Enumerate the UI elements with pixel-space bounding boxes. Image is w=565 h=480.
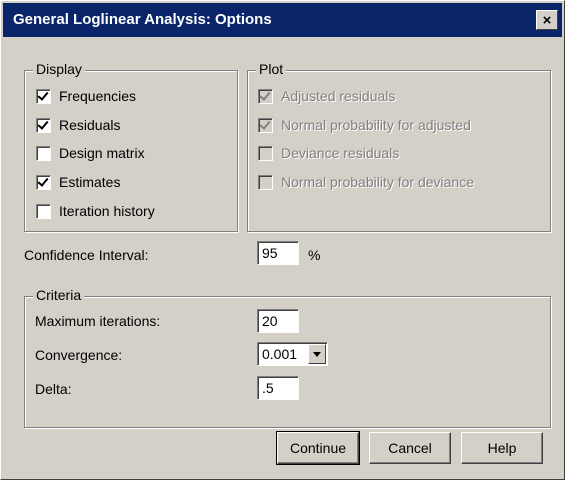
cancel-button[interactable]: Cancel [369, 432, 451, 464]
continue-button[interactable]: Continue [276, 431, 360, 465]
estimates-checkbox[interactable]: Estimates [36, 172, 120, 192]
close-button[interactable]: × [536, 10, 558, 30]
normal-prob-deviance-check-box [258, 174, 273, 190]
design-matrix-checkbox[interactable]: Design matrix [36, 143, 145, 163]
convergence-label: Convergence: [35, 347, 123, 363]
convergence-value: 0.001 [262, 346, 298, 362]
max-iterations-label: Maximum iterations: [35, 313, 161, 329]
dialog-title: General Loglinear Analysis: Options [13, 11, 272, 28]
convergence-select[interactable]: 0.001 [257, 342, 328, 366]
display-group: Display Frequencies Residuals Design mat… [24, 61, 238, 232]
help-button[interactable]: Help [461, 432, 543, 464]
normal-prob-adjusted-checkbox: Normal probability for adjusted [258, 115, 471, 135]
options-dialog: General Loglinear Analysis: Options × Di… [0, 0, 565, 480]
percent-sign: % [308, 247, 321, 263]
display-legend: Display [33, 61, 85, 77]
chevron-down-icon[interactable] [308, 344, 326, 364]
title-bar[interactable]: General Loglinear Analysis: Options × [3, 3, 562, 37]
iteration-history-check-box[interactable] [36, 203, 51, 219]
adjusted-residuals-checkbox: Adjusted residuals [258, 86, 395, 106]
confidence-interval-label: Confidence Interval: [24, 247, 149, 263]
plot-legend: Plot [256, 61, 287, 77]
normal-prob-adjusted-check-box [258, 117, 273, 133]
criteria-legend: Criteria [33, 287, 85, 303]
normal-prob-adjusted-label: Normal probability for adjusted [281, 117, 471, 133]
delta-input[interactable]: .5 [257, 376, 299, 400]
deviance-residuals-checkbox: Deviance residuals [258, 143, 399, 163]
normal-prob-deviance-checkbox: Normal probability for deviance [258, 172, 474, 192]
adjusted-residuals-label: Adjusted residuals [281, 88, 396, 104]
plot-group: Plot Adjusted residuals Normal probabili… [247, 61, 551, 232]
iteration-history-label: Iteration history [59, 203, 155, 219]
criteria-group: Criteria Maximum iterations: 20 Converge… [24, 287, 551, 428]
design-matrix-check-box[interactable] [36, 145, 51, 161]
normal-prob-deviance-label: Normal probability for deviance [281, 174, 474, 190]
residuals-checkbox[interactable]: Residuals [36, 115, 120, 135]
frequencies-label: Frequencies [59, 88, 137, 104]
adjusted-residuals-check-box [258, 88, 273, 104]
frequencies-checkbox[interactable]: Frequencies [36, 86, 136, 106]
residuals-label: Residuals [59, 117, 121, 133]
estimates-label: Estimates [59, 174, 121, 190]
deviance-residuals-label: Deviance residuals [281, 145, 400, 161]
confidence-interval-input[interactable]: 95 [257, 241, 299, 265]
max-iterations-input[interactable]: 20 [257, 309, 299, 333]
frequencies-check-box[interactable] [36, 88, 51, 104]
iteration-history-checkbox[interactable]: Iteration history [36, 201, 155, 221]
delta-label: Delta: [35, 381, 72, 397]
residuals-check-box[interactable] [36, 117, 51, 133]
deviance-residuals-check-box [258, 145, 273, 161]
estimates-check-box[interactable] [36, 174, 51, 190]
design-matrix-label: Design matrix [59, 145, 145, 161]
